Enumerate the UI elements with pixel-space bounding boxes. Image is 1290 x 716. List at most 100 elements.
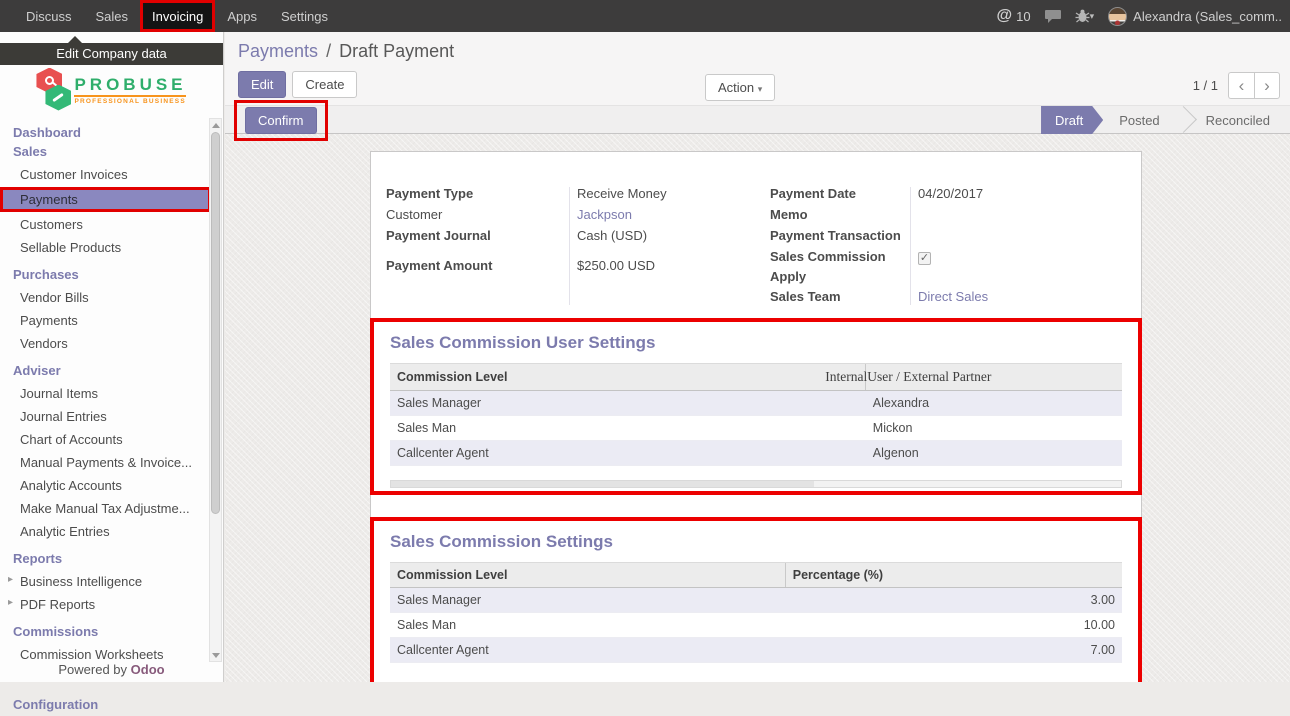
app-menu: Discuss Sales Invoicing Apps Settings — [0, 0, 340, 32]
table-row[interactable]: Sales Manager 3.00 — [390, 588, 1122, 613]
sidebar-item-vendor-bills[interactable]: Vendor Bills — [0, 286, 223, 309]
status-step-reconciled[interactable]: Reconciled — [1190, 106, 1286, 134]
sidebar-item-label: Business Intelligence — [20, 574, 142, 589]
nav-item-apps[interactable]: Apps — [215, 0, 269, 32]
payment-date-value: 04/20/2017 — [910, 184, 1126, 205]
user-settings-table: Commission Level InternalUser / External… — [390, 363, 1122, 466]
payment-transaction-value — [910, 226, 1126, 247]
sidebar-item-journal-items[interactable]: Journal Items — [0, 382, 223, 405]
cell-percentage: 7.00 — [785, 638, 1122, 663]
sidebar-item-payments-purchases[interactable]: Payments — [0, 309, 223, 332]
nav-item-discuss[interactable]: Discuss — [14, 0, 84, 32]
edit-company-tooltip[interactable]: Edit Company data — [0, 43, 223, 65]
scrollbar-thumb[interactable] — [211, 132, 220, 514]
edit-company-label: Edit Company data — [56, 46, 167, 61]
scroll-up-icon[interactable] — [210, 119, 221, 131]
table-row[interactable]: Sales Man Mickon — [390, 416, 1122, 441]
mention-icon: @ — [997, 7, 1013, 25]
cell-user: Alexandra — [866, 391, 1122, 416]
sidebar-item-business-intelligence[interactable]: ▸ Business Intelligence — [0, 570, 223, 593]
sidebar-item-analytic-accounts[interactable]: Analytic Accounts — [0, 474, 223, 497]
sidebar-item-sellable-products[interactable]: Sellable Products — [0, 236, 223, 259]
payments-highlight-box: Payments — [0, 187, 211, 212]
pager-next-button[interactable]: › — [1254, 72, 1280, 99]
column-header-percentage[interactable]: Percentage (%) — [785, 563, 1122, 588]
memo-label: Memo — [770, 205, 910, 226]
scroll-down-icon[interactable] — [210, 649, 221, 661]
sidebar-item-label: PDF Reports — [20, 597, 95, 612]
logo-tagline: PROFESSIONAL BUSINESS — [74, 95, 185, 105]
payment-amount-label: Payment Amount — [386, 256, 569, 277]
breadcrumb-current: Draft Payment — [339, 41, 454, 61]
customer-link[interactable]: Jackpson — [569, 205, 758, 226]
powered-by-odoo: Powered by Odoo — [0, 662, 223, 682]
sidebar-item-pdf-reports[interactable]: ▸ PDF Reports — [0, 593, 223, 616]
sidebar-heading-reports[interactable]: Reports — [0, 543, 223, 570]
column-header-commission-level[interactable]: Commission Level — [390, 364, 866, 391]
scrollbar-thumb[interactable] — [391, 481, 814, 487]
table-row[interactable]: Sales Man 10.00 — [390, 613, 1122, 638]
payment-journal-value: Cash (USD) — [569, 226, 758, 247]
pager-previous-button[interactable]: ‹ — [1228, 72, 1254, 99]
payment-fields: Payment Type Receive Money Customer Jack… — [386, 152, 1126, 312]
odoo-brand-link[interactable]: Odoo — [131, 662, 165, 677]
sales-team-link[interactable]: Direct Sales — [910, 287, 1126, 308]
sidebar-item-manual-payments[interactable]: Manual Payments & Invoice... — [0, 451, 223, 474]
user-name: Alexandra (Sales_comm.. — [1133, 9, 1282, 24]
sidebar-item-payments[interactable]: Payments — [3, 190, 208, 209]
sales-commission-apply-checkbox[interactable]: ✓ — [918, 252, 931, 265]
cell-commission-level: Sales Manager — [390, 391, 866, 416]
sidebar-heading-configuration[interactable]: Configuration — [0, 689, 223, 716]
cell-commission-level: Sales Man — [390, 613, 785, 638]
table-row[interactable]: Callcenter Agent 7.00 — [390, 638, 1122, 663]
sidebar-item-customers[interactable]: Customers — [0, 213, 223, 236]
magnifier-icon — [45, 76, 54, 85]
chevron-right-icon: ▸ — [8, 574, 13, 585]
wrench-icon — [53, 93, 65, 102]
company-logo[interactable]: PROBUSE PROFESSIONAL BUSINESS — [0, 65, 223, 113]
status-step-posted[interactable]: Posted — [1103, 106, 1175, 134]
sidebar-heading-dashboard[interactable]: Dashboard — [0, 117, 223, 144]
breadcrumb-payments-link[interactable]: Payments — [238, 41, 318, 61]
sidebar-item-manual-tax[interactable]: Make Manual Tax Adjustme... — [0, 497, 223, 520]
sidebar-item-journal-entries[interactable]: Journal Entries — [0, 405, 223, 428]
sidebar-item-customer-invoices[interactable]: Customer Invoices — [0, 163, 223, 186]
nav-item-settings[interactable]: Settings — [269, 0, 340, 32]
chevron-down-icon: ▾ — [758, 84, 763, 94]
sales-team-label: Sales Team — [770, 287, 910, 308]
powered-by-text: Powered by — [58, 662, 127, 677]
action-dropdown[interactable]: Action ▾ — [705, 74, 775, 101]
table-row[interactable]: Callcenter Agent Algenon — [390, 441, 1122, 466]
edit-button[interactable]: Edit — [238, 71, 286, 98]
confirm-button[interactable]: Confirm — [245, 107, 317, 134]
sidebar-heading-adviser[interactable]: Adviser — [0, 355, 223, 382]
create-button[interactable]: Create — [292, 71, 357, 98]
chevron-right-icon: ▸ — [8, 597, 13, 608]
sidebar-heading-purchases[interactable]: Purchases — [0, 259, 223, 286]
sidebar-item-analytic-entries[interactable]: Analytic Entries — [0, 520, 223, 543]
table-horizontal-scrollbar[interactable] — [390, 480, 1122, 488]
sidebar-heading-commissions[interactable]: Commissions — [0, 616, 223, 643]
payment-transaction-label: Payment Transaction — [770, 226, 910, 247]
status-steps: Draft Posted Reconciled — [1041, 106, 1286, 134]
main-content: Payments / Draft Payment Edit Create Act… — [225, 32, 1290, 682]
pager-count: 1 / 1 — [1193, 78, 1218, 93]
sidebar-scrollbar[interactable] — [209, 118, 222, 662]
nav-item-invoicing[interactable]: Invoicing — [140, 0, 215, 32]
bug-caret-icon: ▾ — [1090, 11, 1095, 22]
sidebar-item-chart-of-accounts[interactable]: Chart of Accounts — [0, 428, 223, 451]
mention-count: 10 — [1016, 9, 1030, 24]
column-header-commission-level[interactable]: Commission Level — [390, 563, 785, 588]
bug-icon[interactable]: ▾ — [1075, 9, 1095, 23]
table-row[interactable]: Sales Manager Alexandra — [390, 391, 1122, 416]
column-header-internal-user[interactable]: InternalUser / External Partner — [866, 364, 1122, 391]
status-step-draft[interactable]: Draft — [1041, 106, 1103, 134]
sidebar-item-vendors[interactable]: Vendors — [0, 332, 223, 355]
cell-user: Algenon — [866, 441, 1122, 466]
sidebar-heading-sales[interactable]: Sales — [0, 144, 223, 163]
user-menu[interactable]: Alexandra (Sales_comm.. — [1108, 7, 1282, 26]
nav-item-sales[interactable]: Sales — [84, 0, 141, 32]
mentions-counter[interactable]: @ 10 — [997, 7, 1031, 25]
commission-settings-highlight-box: Sales Commission Settings Commission Lev… — [370, 517, 1142, 682]
chat-icon[interactable] — [1045, 9, 1061, 23]
